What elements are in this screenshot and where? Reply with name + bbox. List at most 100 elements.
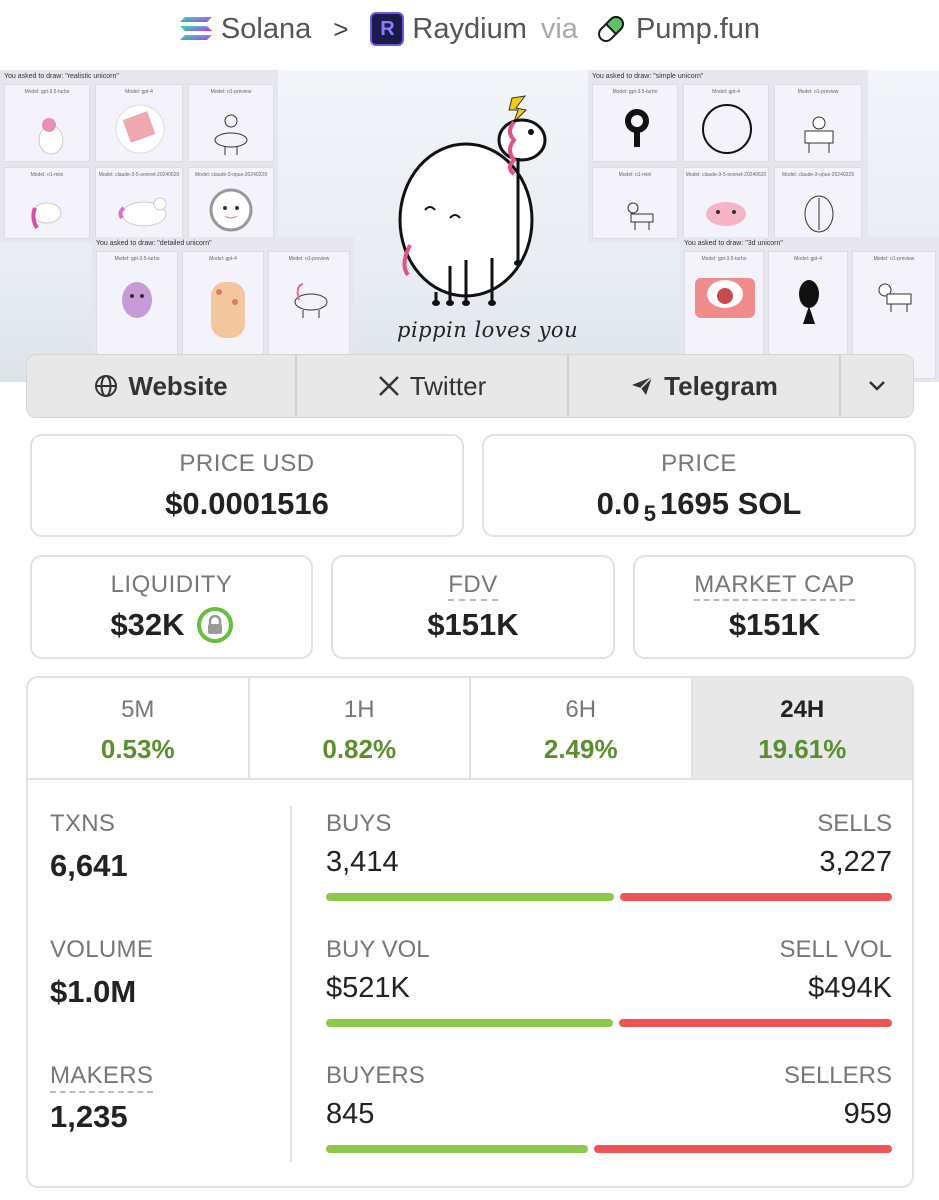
price-native-prefix: 0.0: [596, 486, 640, 521]
unicorn-drawing: [702, 104, 752, 154]
dex-name: Raydium: [412, 12, 527, 45]
trading-stats-panel: 5M 0.53% 1H 0.82% 6H 2.49% 24H 19.61% TX…: [26, 676, 914, 1188]
makers-ratio-bar: [326, 1145, 892, 1153]
txns-label: TXNS: [50, 810, 116, 837]
unicorn-drawing: [804, 116, 834, 153]
price-change: 2.49%: [543, 734, 618, 764]
social-links-bar: Website Twitter Telegram: [26, 354, 914, 418]
twitter-button[interactable]: Twitter: [297, 355, 569, 417]
panel-title: You asked to draw: "detailed unicorn": [96, 240, 212, 247]
more-links-dropdown[interactable]: [841, 355, 913, 417]
unicorn-drawing: [627, 202, 654, 230]
model-cell: Model: o1-mini: [592, 167, 678, 239]
model-cell: Model: o1-preview: [188, 84, 274, 162]
volume-stat: VOLUME $1.0M: [50, 936, 153, 1010]
unicorn-drawing: [706, 202, 746, 226]
panel-title: You asked to draw: "simple unicorn": [592, 73, 704, 80]
model-cell: Model: gpt-4: [95, 84, 183, 162]
tab-24h[interactable]: 24H 19.61%: [692, 678, 912, 778]
liquidity-value-row: $32K: [32, 607, 311, 643]
unicorn-drawing: [804, 195, 834, 233]
market-cap-card: MARKET CAP $151K: [633, 555, 916, 659]
breadcrumb: Solana > R Raydium via Pump.fun: [0, 0, 939, 58]
model-cell: Model: o1-mini: [4, 167, 90, 239]
liquidity-card: LIQUIDITY $32K: [30, 555, 313, 659]
sell-vol-label: SELL VOL: [779, 936, 892, 963]
buy-share-bar: [326, 893, 614, 901]
launchpad-link[interactable]: Pump.fun: [594, 12, 760, 46]
buy-sell-volume-row: BUY VOL SELL VOL $521K $494K: [326, 936, 892, 1027]
price-change: 0.82%: [322, 734, 397, 764]
buys-sells-row: BUYS SELLS 3,414 3,227: [326, 810, 892, 901]
txns-value: 6,641: [50, 848, 128, 883]
fdv-label[interactable]: FDV: [448, 571, 498, 601]
model-cell: Model: claude-3-5-sonnet-20240620: [683, 167, 769, 239]
sells-value: 3,227: [819, 846, 892, 878]
chevron-down-icon: [869, 381, 885, 391]
chain-link[interactable]: Solana: [179, 13, 311, 46]
model-cell: Model: o1-preview: [774, 84, 862, 162]
buyers-value: 845: [326, 1098, 375, 1130]
model-cell: Model: gpt-4: [683, 84, 769, 162]
fdv-value: $151K: [427, 607, 519, 642]
sells-label: SELLS: [817, 810, 892, 837]
fdv-card: FDV $151K: [331, 555, 615, 659]
price-native-card: PRICE 0.0 5 1695 SOL: [482, 434, 916, 537]
telegram-button[interactable]: Telegram: [569, 355, 841, 417]
model-cell: Model: claude-3-opus-20240229: [188, 167, 274, 239]
unicorn-drawing: [118, 197, 167, 227]
launchpad-name: Pump.fun: [635, 12, 761, 45]
makers-label[interactable]: MAKERS: [50, 1062, 154, 1093]
model-cell: Model: gpt-3.5-turbo: [592, 84, 678, 162]
chevron-right-icon: >: [333, 13, 349, 44]
dex-link[interactable]: R Raydium: [370, 12, 527, 46]
unicorn-panel-simple: You asked to draw: "simple unicorn" Mode…: [588, 70, 868, 242]
volume-ratio-bar: [326, 1019, 892, 1027]
unicorn-drawing: [38, 118, 64, 155]
tab-1h[interactable]: 1H 0.82%: [250, 678, 471, 778]
tab-6h[interactable]: 6H 2.49%: [471, 678, 693, 778]
sellers-value: 959: [843, 1098, 892, 1130]
sell-share-bar: [619, 1019, 892, 1027]
buys-label: BUYS: [326, 810, 392, 837]
market-cap-label[interactable]: MARKET CAP: [694, 571, 855, 601]
solana-icon: [179, 17, 212, 40]
tab-label: 5M: [121, 696, 155, 723]
via-label: via: [540, 12, 578, 45]
buy-vol-label: BUY VOL: [326, 936, 430, 963]
lock-icon[interactable]: [196, 607, 233, 643]
tab-label: 24H: [780, 696, 825, 723]
buyers-sellers-row: BUYERS SELLERS 845 959: [326, 1062, 892, 1153]
pumpfun-pill-icon: [597, 16, 624, 42]
sell-share-bar: [619, 893, 892, 901]
buy-vol-value: $521K: [326, 972, 410, 1004]
raydium-icon: R: [370, 12, 405, 46]
price-usd-card: PRICE USD $0.0001516: [30, 434, 464, 537]
model-cell: Model: claude-3-opus-20240229: [774, 167, 862, 239]
price-usd-label: PRICE USD: [179, 450, 315, 477]
panel-title: You asked to draw: "3d unicorn": [684, 240, 783, 247]
volume-label: VOLUME: [50, 936, 154, 963]
price-change: 19.61%: [758, 734, 847, 764]
unicorn-panel-realistic: You asked to draw: "realistic unicorn" M…: [0, 70, 278, 242]
unicorn-drawing: [115, 104, 165, 154]
buys-sells-ratio-bar: [326, 893, 892, 901]
panel-title: You asked to draw: "realistic unicorn": [4, 73, 119, 80]
tab-5m[interactable]: 5M 0.53%: [28, 678, 250, 778]
buy-share-bar: [326, 1019, 614, 1027]
website-button[interactable]: Website: [27, 355, 297, 417]
unicorn-drawing: [209, 188, 253, 232]
buys-value: 3,414: [326, 846, 399, 878]
column-divider: [290, 806, 292, 1162]
model-cell: Model: claude-3-5-sonnet-20240620: [95, 167, 183, 239]
x-icon: [378, 376, 399, 396]
unicorn-drawing: [214, 114, 248, 155]
volume-value: $1.0M: [50, 974, 137, 1009]
price-native-label: PRICE: [661, 450, 737, 477]
twitter-label: Twitter: [409, 370, 487, 401]
banner-caption: pippin loves you: [397, 318, 579, 342]
buyers-label: BUYERS: [326, 1062, 425, 1089]
txns-stat: TXNS 6,641: [50, 810, 128, 884]
makers-stat: MAKERS 1,235: [50, 1062, 154, 1135]
buy-share-bar: [326, 1145, 589, 1153]
